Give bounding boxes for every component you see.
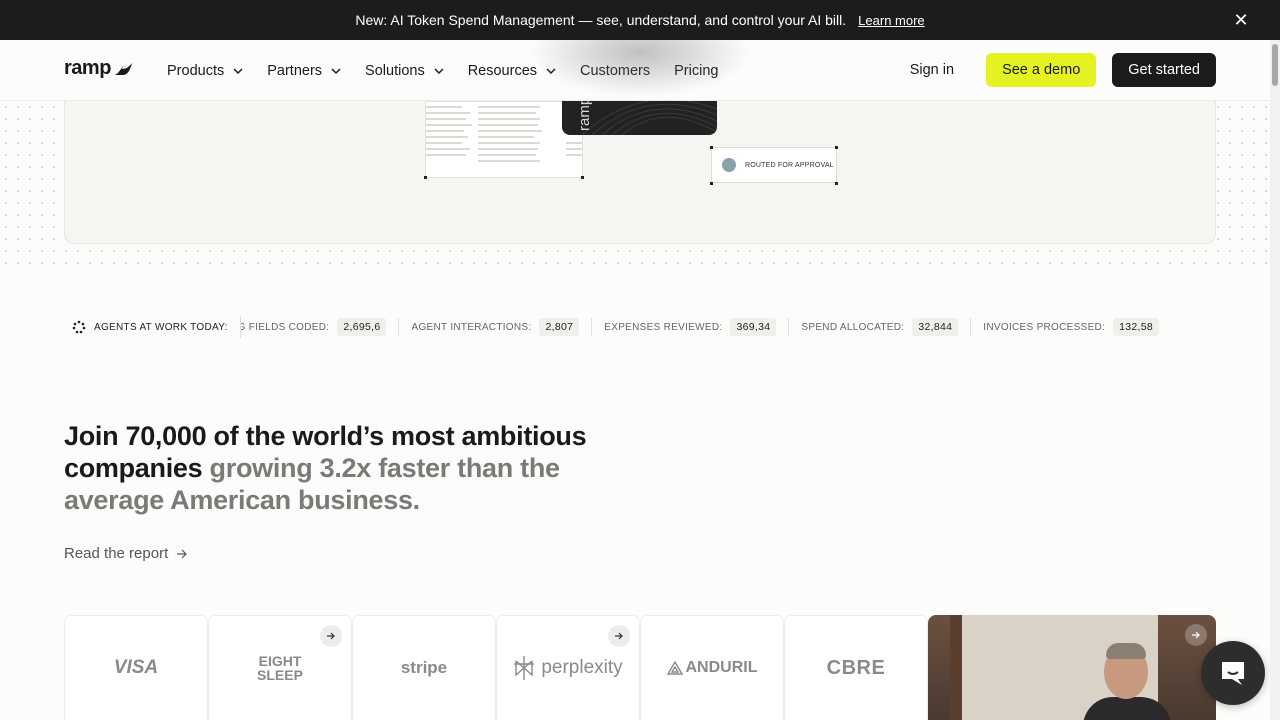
metric-spend-allocated: SPEND ALLOCATED: 32,844 [789, 318, 972, 336]
nav-pricing-label: Pricing [674, 62, 719, 79]
nav-partners-label: Partners [267, 62, 323, 79]
logo-card-eight-sleep[interactable]: EIGHT SLEEP [208, 615, 352, 720]
learn-more-link[interactable]: Learn more [858, 13, 924, 28]
ticker-metrics: ING FIELDS CODED: 2,695,6 AGENT INTERACT… [240, 316, 1170, 338]
nav-resources[interactable]: Resources [468, 63, 556, 79]
logo-card-cbre[interactable]: CBRE [784, 615, 928, 720]
logo-card-perplexity[interactable]: perplexity [496, 615, 640, 720]
metric-agent-interactions: AGENT INTERACTIONS: 2,807 [399, 318, 593, 336]
document-illustration [425, 101, 583, 178]
nav-customers[interactable]: Customers [580, 63, 650, 79]
metric-label: SPEND ALLOCATED: [801, 321, 905, 333]
ticker-label: AGENTS AT WORK TODAY: [94, 321, 228, 333]
selection-corner [424, 176, 427, 179]
selection-corner [581, 176, 584, 179]
get-started-button[interactable]: Get started [1112, 53, 1216, 87]
chevron-down-icon [331, 67, 341, 74]
selection-corner [710, 146, 713, 149]
metric-label: EXPENSES REVIEWED: [604, 321, 723, 333]
page-scrollbar[interactable] [1270, 40, 1280, 720]
read-report-link[interactable]: Read the report [64, 545, 188, 562]
chevron-down-icon [434, 67, 444, 74]
close-icon[interactable]: ✕ [1232, 11, 1250, 29]
nav-products[interactable]: Products [167, 63, 243, 79]
announcement-bar: New: AI Token Spend Management — see, un… [0, 0, 1280, 40]
metric-value: 132,58 [1113, 318, 1160, 336]
card-brand: ramp [576, 101, 593, 131]
testimonial-video-card[interactable] [928, 615, 1216, 720]
metric-value: 2,807 [539, 318, 580, 336]
nav-solutions-label: Solutions [365, 62, 425, 79]
nav-partners[interactable]: Partners [267, 63, 341, 79]
metric-invoices-processed: INVOICES PROCESSED: 132,58 [971, 318, 1170, 336]
logo-card-anduril[interactable]: ANDURIL [640, 615, 784, 720]
approval-label: ROUTED FOR APPROVAL [745, 161, 834, 169]
perplexity-mark-icon [514, 656, 535, 680]
approval-badge: ROUTED FOR APPROVAL [711, 147, 837, 183]
metric-fields-coded: ING FIELDS CODED: 2,695,6 [241, 318, 400, 336]
logo-card-stripe[interactable]: stripe [352, 615, 496, 720]
metric-value: 2,695,6 [337, 318, 387, 336]
chevron-down-icon [233, 67, 243, 74]
announcement-text: New: AI Token Spend Management — see, un… [355, 12, 847, 28]
agents-ticker: AGENTS AT WORK TODAY: [72, 316, 228, 338]
metric-label: AGENT INTERACTIONS: [411, 321, 532, 333]
chat-widget-button[interactable] [1201, 641, 1265, 705]
corporate-card-illustration: ramp [562, 101, 717, 135]
page-headline: Join 70,000 of the world’s most ambitiou… [64, 420, 624, 516]
door-frame [950, 615, 962, 720]
avatar [722, 158, 736, 172]
chevron-down-icon [546, 67, 556, 74]
visa-logo: VISA [113, 657, 159, 678]
main-nav: Products Partners Solutions Resources Cu… [167, 40, 742, 101]
selection-corner [835, 182, 838, 185]
logo-text: ramp [64, 57, 111, 79]
metric-expenses-reviewed: EXPENSES REVIEWED: 369,34 [592, 318, 790, 336]
nav-resources-label: Resources [467, 62, 538, 79]
header-actions: Sign in See a demo Get started [910, 53, 1216, 87]
nav-products-label: Products [167, 62, 225, 79]
arrow-right-icon [177, 549, 188, 558]
metric-value: 32,844 [912, 318, 959, 336]
metric-value: 369,34 [730, 318, 777, 336]
arrow-right-icon[interactable] [1185, 624, 1207, 646]
person-hair [1106, 643, 1146, 659]
cbre-logo: CBRE [826, 656, 886, 679]
loading-dots-icon [72, 320, 86, 334]
perplexity-logo: perplexity [541, 657, 623, 678]
metric-label: INVOICES PROCESSED: [983, 321, 1106, 333]
logo-mark-icon [114, 62, 132, 75]
logo-card-visa[interactable]: VISA [64, 615, 208, 720]
site-header: ramp Products Partners Solutions Resourc… [0, 40, 1280, 101]
nav-customers-label: Customers [580, 62, 651, 79]
selection-corner [835, 146, 838, 149]
metric-label: ING FIELDS CODED: [241, 321, 330, 333]
arrow-right-icon[interactable] [320, 625, 342, 647]
selection-corner [710, 182, 713, 185]
stripe-logo: stripe [400, 658, 448, 677]
anduril-logo: ANDURIL [685, 659, 758, 676]
nav-pricing[interactable]: Pricing [674, 63, 718, 79]
scrollbar-thumb[interactable] [1272, 44, 1278, 86]
nav-solutions[interactable]: Solutions [365, 63, 444, 79]
eight-sleep-logo: EIGHT SLEEP [257, 653, 303, 683]
chat-bubble-icon [1222, 662, 1244, 685]
customer-logos: VISA EIGHT SLEEP stripe perplexity ANDUR… [64, 615, 1216, 720]
sign-in-link[interactable]: Sign in [910, 62, 954, 78]
read-report-label: Read the report [64, 545, 169, 562]
see-demo-button[interactable]: See a demo [986, 53, 1097, 87]
arrow-right-icon[interactable] [608, 625, 630, 647]
anduril-mark-icon [666, 661, 683, 675]
ramp-logo[interactable]: ramp [64, 57, 133, 80]
